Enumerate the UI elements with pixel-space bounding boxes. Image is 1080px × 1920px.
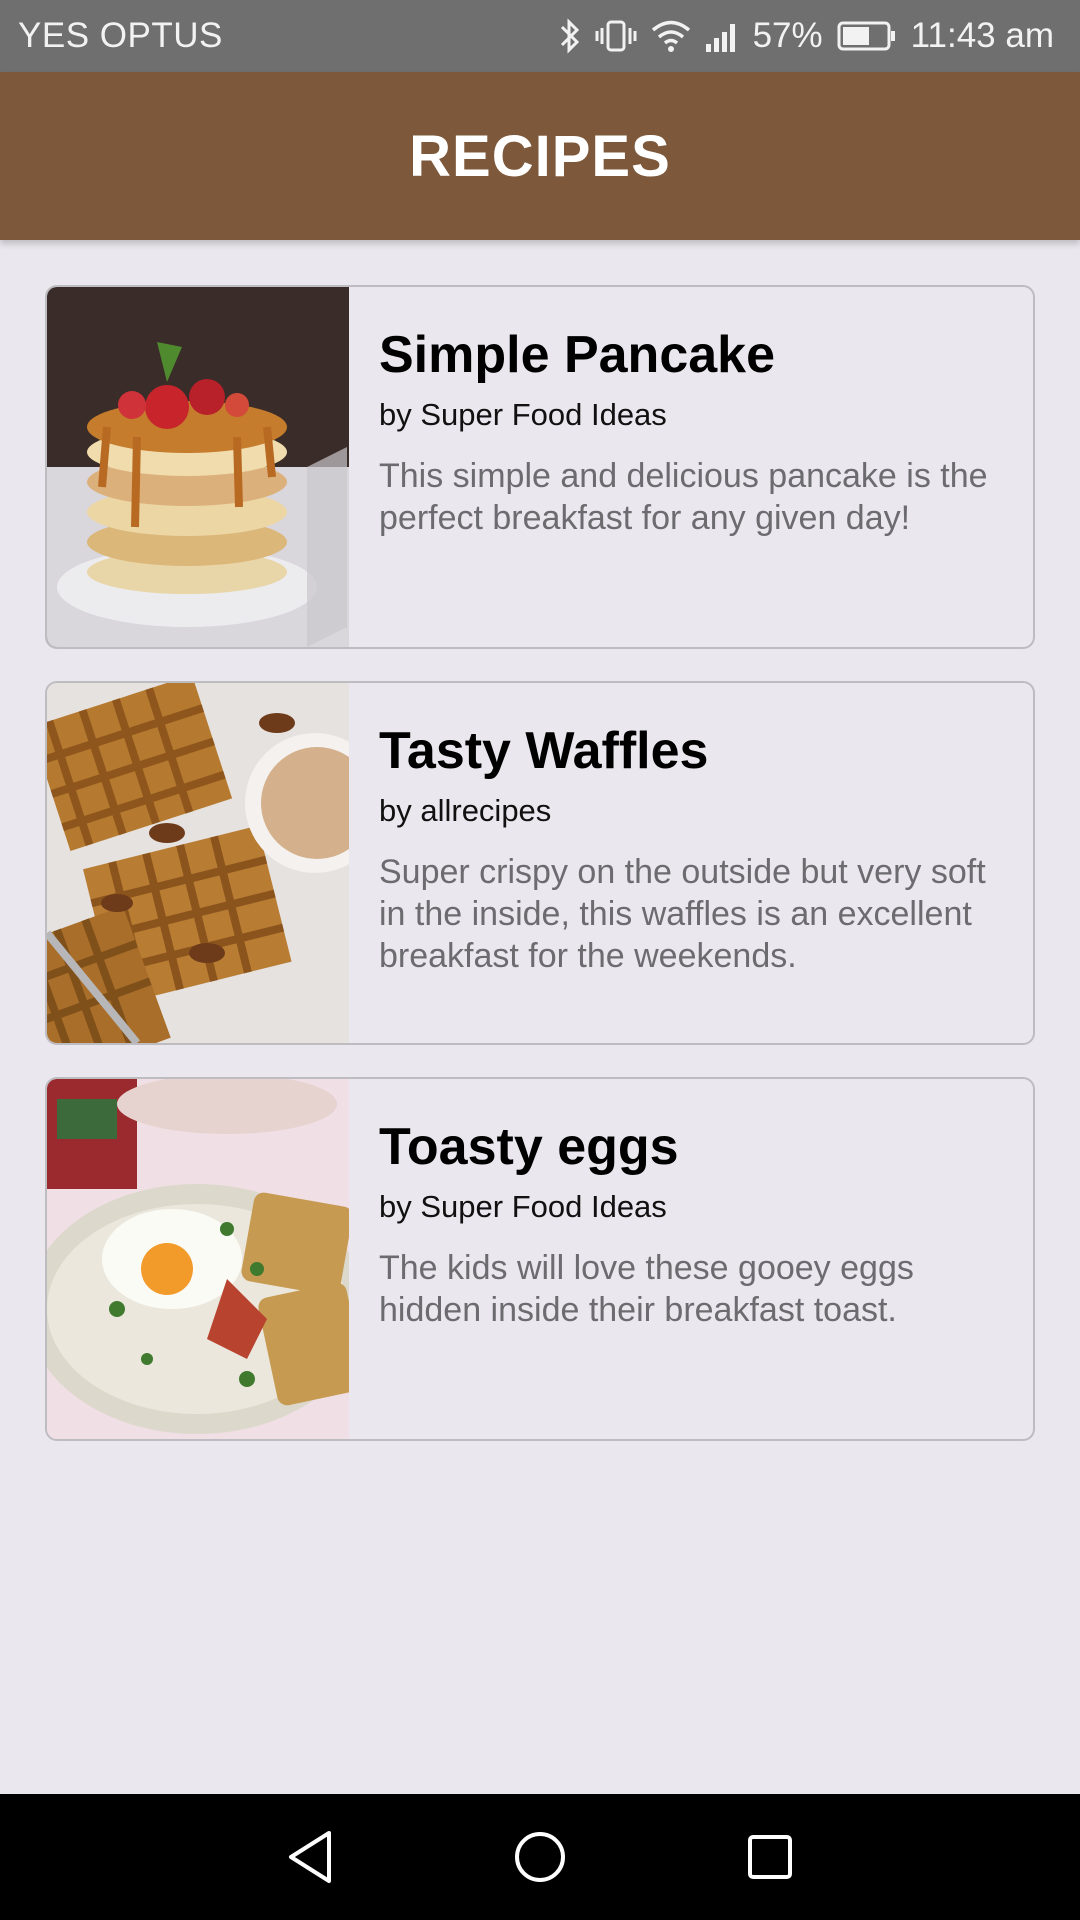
recipe-list: Simple Pancake by Super Food Ideas This … bbox=[45, 285, 1035, 1473]
bluetooth-icon bbox=[559, 18, 581, 54]
battery-percent: 57% bbox=[752, 16, 823, 55]
clock: 11:43 am bbox=[910, 16, 1054, 55]
carrier-name: YES OPTUS bbox=[18, 16, 223, 55]
recipe-card-toasty-eggs[interactable]: Toasty eggs by Super Food Ideas The kids… bbox=[45, 1077, 1035, 1441]
app-bar: RECIPES bbox=[0, 72, 1080, 240]
recipe-card-simple-pancake[interactable]: Simple Pancake by Super Food Ideas This … bbox=[45, 285, 1035, 649]
recipe-info: Toasty eggs by Super Food Ideas The kids… bbox=[349, 1079, 1033, 1439]
home-icon[interactable] bbox=[510, 1827, 570, 1887]
recipe-author: by Super Food Ideas bbox=[379, 397, 667, 433]
recipe-author: by Super Food Ideas bbox=[379, 1189, 667, 1225]
recipe-info: Tasty Waffles by allrecipes Super crispy… bbox=[349, 683, 1033, 1043]
status-icons: 57% 11:43 am bbox=[559, 16, 1054, 56]
page-title: RECIPES bbox=[409, 123, 671, 189]
pancake-stack-photo bbox=[47, 287, 349, 647]
vibrate-icon bbox=[595, 18, 637, 54]
recents-icon[interactable] bbox=[740, 1827, 800, 1887]
recipe-title: Tasty Waffles bbox=[379, 722, 709, 780]
recipe-description: Super crispy on the outside but very sof… bbox=[379, 853, 986, 976]
recipe-title: Simple Pancake bbox=[379, 326, 775, 384]
wifi-icon bbox=[651, 19, 691, 53]
signal-icon bbox=[705, 20, 739, 52]
recipe-author: by allrecipes bbox=[379, 793, 552, 829]
back-icon[interactable] bbox=[280, 1827, 340, 1887]
recipe-info: Simple Pancake by Super Food Ideas This … bbox=[349, 287, 1033, 647]
recipe-description: This simple and delicious pancake is the… bbox=[379, 457, 988, 538]
recipe-card-tasty-waffles[interactable]: Tasty Waffles by allrecipes Super crispy… bbox=[45, 681, 1035, 1045]
recipe-description: The kids will love these gooey eggs hidd… bbox=[379, 1249, 914, 1330]
eggs-toast-photo bbox=[47, 1079, 349, 1439]
waffles-photo bbox=[47, 683, 349, 1043]
recipe-title: Toasty eggs bbox=[379, 1118, 679, 1176]
navigation-bar bbox=[0, 1794, 1080, 1920]
status-bar: YES OPTUS 57% 11:43 am bbox=[0, 0, 1080, 72]
battery-icon bbox=[837, 21, 897, 51]
